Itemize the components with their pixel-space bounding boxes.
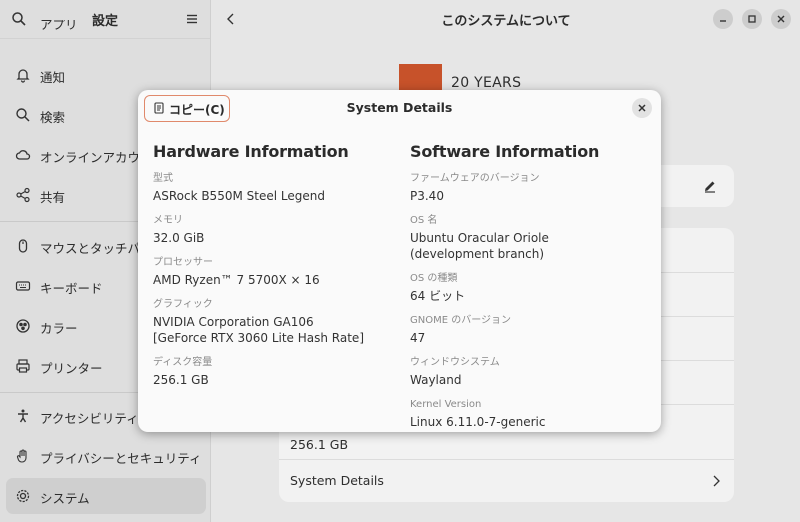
minimize-icon <box>720 20 726 22</box>
field-value: Linux 6.11.0-7-generic <box>410 415 546 429</box>
hardware-field-disk: ディスク容量 256.1 GB <box>153 356 393 388</box>
sidebar-item-label: プリンター <box>40 361 103 376</box>
software-field-os-type: OS の種類 64 ビット <box>410 272 650 304</box>
sidebar-item-label: 共有 <box>40 190 66 205</box>
minimize-button[interactable] <box>713 9 733 29</box>
sidebar-item-label: 通知 <box>40 70 66 85</box>
field-value: 32.0 GiB <box>153 231 205 245</box>
field-key: プロセッサー <box>153 257 213 268</box>
hand-icon <box>16 449 27 463</box>
field-key: Kernel Version <box>410 399 482 410</box>
keyboard-icon <box>15 281 31 291</box>
edit-pencil-icon[interactable] <box>702 178 718 194</box>
field-value: Wayland <box>410 373 462 387</box>
accessibility-icon <box>18 409 28 423</box>
sidebar-item-privacy[interactable]: プライバシーとセキュリティ <box>6 438 206 474</box>
chevron-right-icon <box>713 475 720 487</box>
sidebar-item-system[interactable]: システム <box>6 478 206 514</box>
dialog-close-button[interactable] <box>632 98 652 118</box>
mouse-icon <box>18 239 28 253</box>
dialog-title: System Details <box>346 100 453 115</box>
field-key: メモリ <box>153 215 183 226</box>
hardware-heading: Hardware Information <box>153 142 349 161</box>
field-key: OS 名 <box>410 215 438 226</box>
software-section: Software Information ファームウェアのバージョン P3.40… <box>410 142 650 440</box>
field-key: ディスク容量 <box>153 357 213 368</box>
close-window-button[interactable] <box>771 9 791 29</box>
field-value: ASRock B550M Steel Legend <box>153 189 325 203</box>
field-key: グラフィック <box>153 299 213 310</box>
field-value: 64 ビット <box>410 289 466 303</box>
cloud-icon <box>15 150 31 160</box>
field-value: Ubuntu Oracular Oriole <box>410 231 549 245</box>
sidebar-item-label: プライバシーとセキュリティ <box>40 451 202 466</box>
sidebar-item-label: キーボード <box>40 281 103 296</box>
software-field-firmware: ファームウェアのバージョン P3.40 <box>410 172 650 204</box>
system-details-dialog: コピー(C) System Details Hardware Informati… <box>138 90 661 432</box>
hardware-field-model: 型式 ASRock B550M Steel Legend <box>153 172 393 204</box>
software-field-gnome-version: GNOME のバージョン 47 <box>410 314 650 346</box>
field-value-line2: [GeForce RTX 3060 Lite Hash Rate] <box>153 331 364 345</box>
field-key: ファームウェアのバージョン <box>410 173 540 184</box>
search-icon <box>16 108 30 122</box>
field-key: 型式 <box>153 173 173 184</box>
maximize-button[interactable] <box>742 9 762 29</box>
sidebar-item-notifications[interactable]: 通知 <box>6 57 206 93</box>
hardware-section: Hardware Information 型式 ASRock B550M Ste… <box>153 142 393 398</box>
sidebar-item-label: 検索 <box>40 110 66 125</box>
maximize-icon <box>748 15 756 23</box>
field-value-line2: (development branch) <box>410 247 545 261</box>
software-field-kernel-version: Kernel Version Linux 6.11.0-7-generic <box>410 398 650 430</box>
sidebar-item-label: アクセシビリティ <box>40 411 139 426</box>
field-key: GNOME のバージョン <box>410 315 512 326</box>
bell-icon <box>16 69 30 83</box>
field-value: 256.1 GB <box>153 373 209 387</box>
sidebar-item-label: カラー <box>40 321 78 336</box>
page-title: このシステムについて <box>441 14 571 29</box>
share-icon <box>16 187 30 203</box>
software-field-windowing-system: ウィンドウシステム Wayland <box>410 356 650 388</box>
field-value: NVIDIA Corporation GA106 <box>153 315 314 329</box>
field-key: ウィンドウシステム <box>410 357 500 368</box>
system-details-label: System Details <box>290 473 384 488</box>
close-icon <box>638 104 646 112</box>
system-gear-icon <box>16 489 30 503</box>
hardware-field-processor: プロセッサー AMD Ryzen™ 7 5700X × 16 <box>153 256 393 288</box>
disk-capacity-value: 256.1 GB <box>290 437 349 452</box>
color-icon <box>16 319 30 333</box>
hardware-field-graphics: グラフィック NVIDIA Corporation GA106 [GeForce… <box>153 298 393 346</box>
field-value: 47 <box>410 331 426 345</box>
field-value: AMD Ryzen™ 7 5700X × 16 <box>153 273 320 287</box>
main-header: このシステムについて <box>211 0 800 38</box>
sidebar-item-label: アプリ <box>40 20 78 32</box>
logo-text: 20 YEARS <box>451 75 522 91</box>
close-icon <box>777 15 785 23</box>
software-heading: Software Information <box>410 142 600 161</box>
printer-icon <box>16 359 30 373</box>
field-value: P3.40 <box>410 189 444 203</box>
hardware-field-memory: メモリ 32.0 GiB <box>153 214 393 246</box>
field-key: OS の種類 <box>410 273 458 284</box>
software-field-os-name: OS 名 Ubuntu Oracular Oriole (development… <box>410 214 650 262</box>
sidebar-item-label: システム <box>40 491 90 506</box>
system-details-row[interactable]: System Details <box>279 459 734 502</box>
